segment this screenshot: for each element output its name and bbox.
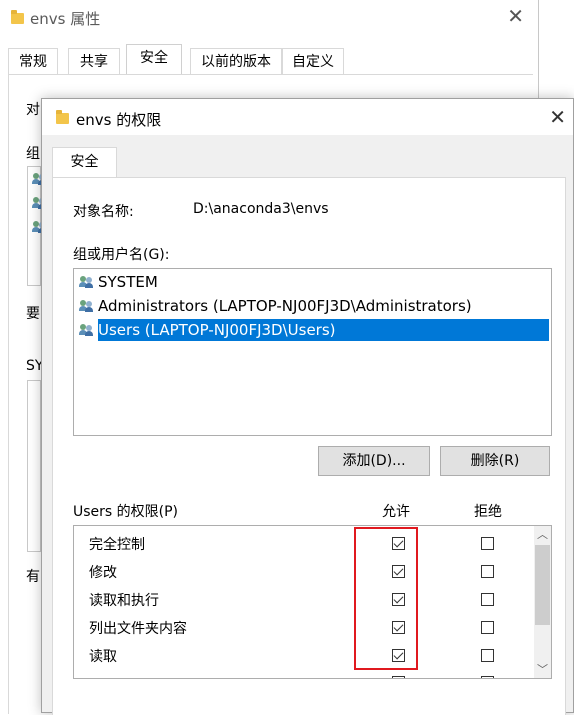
user-name: Administrators (LAPTOP-NJ00FJ3D\Administ… xyxy=(98,297,472,315)
dialog-title: envs 的权限 xyxy=(76,111,162,129)
permission-name: 读取 xyxy=(89,649,117,665)
permission-row: 读取和执行 xyxy=(74,586,532,614)
user-group-icon xyxy=(79,276,93,288)
tab-general[interactable]: 常规 xyxy=(8,48,58,74)
properties-title: envs 属性 xyxy=(30,10,101,28)
permission-row-partial xyxy=(74,670,532,678)
tab-security[interactable]: 安全 xyxy=(52,147,117,179)
permission-row: 修改 xyxy=(74,558,532,586)
deny-checkbox[interactable] xyxy=(481,649,494,662)
partial-label: 有 xyxy=(26,569,40,585)
object-name-label: 对象名称: xyxy=(73,204,134,220)
scrollbar-thumb[interactable] xyxy=(535,545,550,625)
chevron-down-icon[interactable]: ﹀ xyxy=(534,661,551,678)
user-list[interactable]: SYSTEM Administrators (LAPTOP-NJ00FJ3D\A… xyxy=(73,268,552,436)
permission-row: 完全控制 xyxy=(74,530,532,558)
folder-icon xyxy=(11,10,24,24)
chevron-up-icon[interactable]: ︿ xyxy=(534,526,551,543)
bg-permission-list xyxy=(27,380,41,552)
permission-row: 列出文件夹内容 xyxy=(74,614,532,642)
tab-customize[interactable]: 自定义 xyxy=(282,48,344,74)
deny-checkbox[interactable] xyxy=(481,621,494,634)
partial-label: 组 xyxy=(26,146,40,162)
permissions-list: 完全控制 修改 读取和执行 列出文件夹内容 读取 ︿ ﹀ xyxy=(73,525,552,679)
object-name-value: D:\anaconda3\envs xyxy=(193,201,329,217)
dialog-titlebar: envs 的权限 ✕ xyxy=(42,99,573,135)
tab-sharing[interactable]: 共享 xyxy=(68,48,120,74)
user-name: Users (LAPTOP-NJ00FJ3D\Users) xyxy=(98,321,336,339)
scrollbar[interactable]: ︿ ﹀ xyxy=(534,526,551,678)
tab-security[interactable]: 安全 xyxy=(126,44,182,75)
permission-name: 完全控制 xyxy=(89,537,145,553)
tab-previous-versions[interactable]: 以前的版本 xyxy=(190,48,282,74)
list-item-selected[interactable]: Users (LAPTOP-NJ00FJ3D\Users) xyxy=(79,319,336,341)
close-icon[interactable]: ✕ xyxy=(507,4,524,28)
security-panel: 对象名称: D:\anaconda3\envs 组或用户名(G): SYSTEM… xyxy=(52,177,566,715)
deny-checkbox[interactable] xyxy=(481,593,494,606)
properties-titlebar: envs 属性 ✕ xyxy=(0,0,538,34)
permission-row: 读取 xyxy=(74,642,532,670)
list-item[interactable]: SYSTEM xyxy=(79,271,158,293)
allow-column-highlight xyxy=(354,527,418,670)
group-label: 组或用户名(G): xyxy=(73,247,170,263)
partial-label: 要 xyxy=(26,306,40,322)
permission-name: 修改 xyxy=(89,565,117,581)
user-group-icon xyxy=(79,300,93,312)
bg-user-list xyxy=(27,166,46,286)
deny-header: 拒绝 xyxy=(474,504,502,520)
partial-label: 对 xyxy=(26,102,40,118)
add-button[interactable]: 添加(D)... xyxy=(318,446,430,476)
allow-checkbox[interactable] xyxy=(392,676,405,678)
user-name: SYSTEM xyxy=(98,273,158,291)
deny-checkbox[interactable] xyxy=(481,537,494,550)
list-item[interactable]: Administrators (LAPTOP-NJ00FJ3D\Administ… xyxy=(79,295,472,317)
folder-icon xyxy=(56,110,69,124)
permission-name: 列出文件夹内容 xyxy=(89,621,187,637)
remove-button[interactable]: 删除(R) xyxy=(440,446,550,476)
deny-checkbox[interactable] xyxy=(481,676,494,678)
allow-header: 允许 xyxy=(382,504,410,520)
permission-name: 读取和执行 xyxy=(89,593,159,609)
user-group-icon xyxy=(79,324,93,336)
permissions-label: Users 的权限(P) xyxy=(73,504,179,520)
close-icon[interactable]: ✕ xyxy=(549,105,566,129)
deny-checkbox[interactable] xyxy=(481,565,494,578)
permissions-dialog: envs 的权限 ✕ 安全 对象名称: D:\anaconda3\envs 组或… xyxy=(41,98,574,715)
